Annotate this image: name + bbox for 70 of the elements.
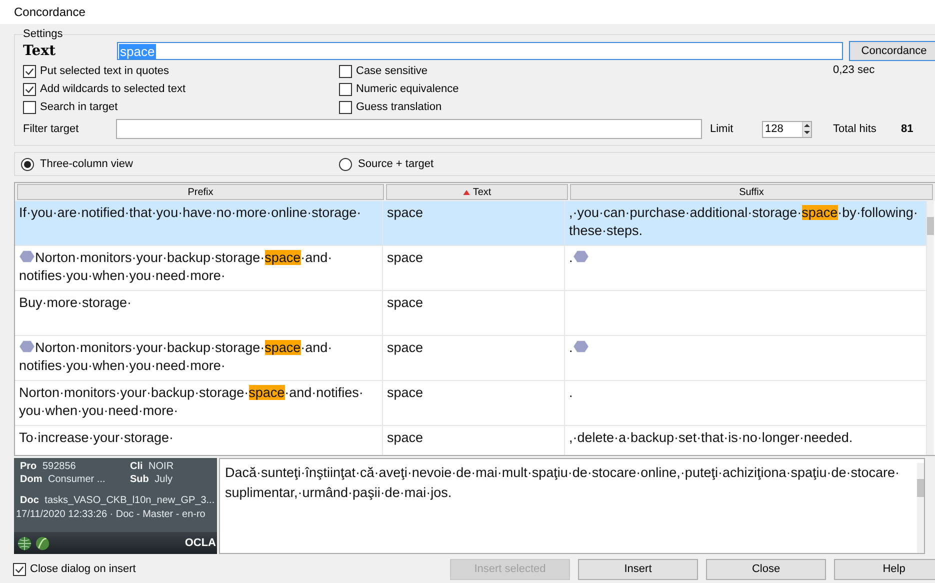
prefix-cell: Buy·more·storage·: [15, 291, 383, 335]
info-field: Pro 592856: [20, 461, 130, 472]
group-label: Settings: [23, 28, 63, 40]
tag-icon: [19, 250, 35, 263]
radio-button[interactable]: [21, 158, 34, 170]
checkbox-option[interactable]: Numeric equivalence: [339, 80, 639, 98]
match-cell: space: [383, 336, 565, 380]
target-text: Dacă·sunteţi·înştiinţat·că·aveţi·nevoie·de·mai·mult·spaţiu·de·stocare·online,·puteţi·achiziţiona·spaţiu·de·stocare·suplimentar,·urmând·paşii·de·mai·jos.: [225, 464, 901, 502]
result-row[interactable]: Buy·more·storage· space: [15, 291, 927, 336]
info-field: Dom Consumer ...: [20, 474, 130, 485]
footer-label: OCLA: [184, 537, 217, 549]
total-hits-label: Total hits: [833, 123, 878, 135]
filter-label: Filter target: [23, 123, 80, 135]
tag-icon: [572, 340, 589, 353]
scrollbar[interactable]: [927, 201, 934, 455]
text-label: Text: [23, 43, 57, 59]
checkbox[interactable]: [13, 562, 26, 576]
prefix-cell: If·you·are·notified·that·you·have·no·more·online·storage·: [15, 201, 383, 245]
checkbox-option[interactable]: Case sensitive: [339, 62, 639, 80]
radio-option[interactable]: Three-column view: [21, 158, 339, 170]
checkbox-option[interactable]: Search in target: [23, 98, 339, 116]
checkbox[interactable]: [23, 82, 36, 96]
scrollbar[interactable]: [917, 463, 924, 553]
selected-text: space: [119, 44, 156, 58]
info-field: Cli NOIR: [130, 461, 210, 472]
result-row[interactable]: Norton·monitors·your·backup·storage·space·and·notifies·you·when·you·need·more· space .: [15, 381, 927, 426]
checkbox-option[interactable]: Put selected text in quotes: [23, 62, 339, 80]
prefix-cell: Norton·monitors·your·backup·storage·space·and·notifies·you·when·you·need·more·: [15, 246, 383, 290]
target-text-area[interactable]: Dacă·sunteţi·înştiinţat·că·aveţi·nevoie·de·mai·mult·spaţiu·de·stocare·online,·puteţi·achiziţiona·spaţiu·de·stocare·suplimentar,·urmând·paşii·de·mai·jos.: [219, 458, 925, 554]
match-cell: space: [383, 201, 565, 245]
total-hits-value: 81: [901, 123, 914, 135]
limit-spinbox[interactable]: 128: [762, 120, 812, 138]
checkbox[interactable]: [339, 64, 352, 78]
radio-option[interactable]: Source + target: [339, 158, 657, 170]
checkbox[interactable]: [23, 64, 36, 78]
timestamp: 17/11/2020 12:33:26 · Doc - Master - en-ro: [16, 509, 206, 520]
result-row[interactable]: Norton·monitors·your·backup·storage·space·and·notifies·you·when·you·need·more· space .: [15, 246, 927, 291]
checkbox[interactable]: [339, 82, 352, 96]
tag-icon: [19, 340, 35, 353]
globe-icon[interactable]: [35, 536, 50, 550]
suffix-cell: ,·you·can·purchase·additional·storage·space·by·following·these·steps.: [565, 201, 927, 245]
globe-icon[interactable]: [17, 536, 32, 550]
dialog-button[interactable]: Help: [834, 558, 935, 580]
column-header[interactable]: Text: [386, 184, 568, 200]
dialog-button[interactable]: Close: [706, 558, 826, 580]
match-cell: space: [383, 246, 565, 290]
checkbox-option[interactable]: Close dialog on insert: [13, 560, 136, 578]
checkbox-option[interactable]: Add wildcards to selected text: [23, 80, 339, 98]
match-cell: space: [383, 291, 565, 335]
column-header[interactable]: Prefix: [17, 184, 384, 200]
checkbox[interactable]: [23, 100, 36, 114]
elapsed-time: 0,23 sec: [833, 64, 875, 78]
spin-arrows-icon[interactable]: [803, 122, 811, 136]
prefix-cell: Norton·monitors·your·backup·storage·space·and·notifies·you·when·you·need·more·: [15, 381, 383, 425]
limit-label: Limit: [710, 123, 734, 135]
dialog-button[interactable]: Insert: [578, 558, 698, 580]
match-cell: space: [383, 381, 565, 425]
info-field: Sub July: [130, 474, 210, 485]
filter-field[interactable]: [116, 119, 702, 139]
concordance-button[interactable]: Concordance: [849, 41, 935, 61]
checkbox[interactable]: [339, 100, 352, 114]
tag-icon: [572, 250, 589, 263]
result-row[interactable]: Norton·monitors·your·backup·storage·space·and·notifies·you·when·you·need·more· space .: [15, 336, 927, 381]
column-header[interactable]: Suffix: [570, 184, 933, 200]
checkbox-option[interactable]: Guess translation: [339, 98, 639, 116]
result-row[interactable]: If·you·are·notified·that·you·have·no·more·online·storage· space ,·you·can·purchase·additional·storage·space·by·following·these·steps.: [15, 201, 927, 246]
prefix-cell: Norton·monitors·your·backup·storage·space·and·notifies·you·when·you·need·more·: [15, 336, 383, 380]
radio-button[interactable]: [339, 158, 352, 170]
info-field: Doc tasks_VASO_CKB_l10n_new_GP_3...: [20, 495, 217, 506]
window-title: Concordance: [14, 5, 86, 19]
